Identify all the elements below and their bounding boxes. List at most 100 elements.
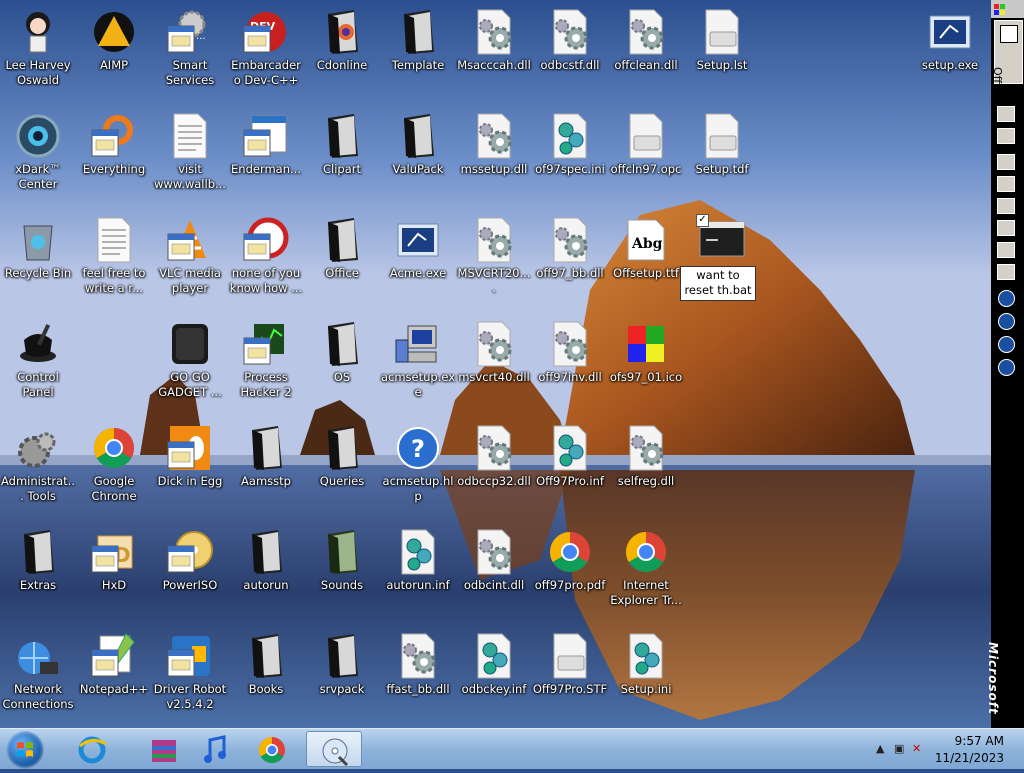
desktop-icon-visit-www-wallb[interactable]: visit www.wallb...	[152, 104, 228, 208]
desktop-icon-off97pro-inf[interactable]: Off97Pro.inf	[532, 416, 608, 520]
desktop-icon-os[interactable]: OS	[304, 312, 380, 416]
desktop-icon-autorun[interactable]: autorun	[228, 520, 304, 624]
desktop-icon-internet-explorer-tr[interactable]: Internet Explorer Tr...	[608, 520, 684, 624]
desktop-icon-acmsetup-exe[interactable]: acmsetup.exe	[380, 312, 456, 416]
system-tray[interactable]: ▲ ▣ ✕ 9:57 AM 11/21/2023	[864, 729, 1024, 769]
desktop-icon-ofs97-01-ico[interactable]: ofs97_01.ico	[608, 312, 684, 416]
taskbar-button-active-window[interactable]	[306, 731, 362, 767]
desktop-icon-odbcstf-dll[interactable]: odbcstf.dll	[532, 0, 608, 104]
show-hidden-icons-icon[interactable]: ▲	[876, 742, 884, 755]
desktop-icon-off97pro-pdf[interactable]: off97pro.pdf	[532, 520, 608, 624]
desktop-icon-hxd[interactable]: D HxD	[76, 520, 152, 624]
desktop-icon-notepad[interactable]: Notepad++	[76, 624, 152, 728]
desktop-icon-msacccah-dll[interactable]: Msacccah.dll	[456, 0, 532, 104]
taskbar-button-itunes[interactable]	[186, 731, 242, 767]
open-document-icon[interactable]	[997, 128, 1015, 144]
desktop-icon-vlc-media-player[interactable]: VLC media player	[152, 208, 228, 312]
desktop-icon-off97inv-dll[interactable]: off97inv.dll	[532, 312, 608, 416]
desktop-icon-everything[interactable]: Everything	[76, 104, 152, 208]
desktop-icon-off97-bb-dll[interactable]: off97_bb.dll	[532, 208, 608, 312]
desktop-icon-mssetup-dll[interactable]: mssetup.dll	[456, 104, 532, 208]
desktop-icon-extras[interactable]: Extras	[0, 520, 76, 624]
desktop-icon-embarcadero-dev-c[interactable]: DEVEmbarcadero Dev-C++	[228, 0, 304, 104]
clock-time[interactable]: 9:57 AM	[955, 734, 1004, 748]
desktop-icon-srvpack[interactable]: srvpack	[304, 624, 380, 728]
desktop-icon-lee-harvey-oswald[interactable]: Lee Harvey Oswald	[0, 0, 76, 104]
desktop-icon-setup-ini[interactable]: Setup.ini	[608, 624, 684, 728]
desktop-icon-cdonline[interactable]: Cdonline	[304, 0, 380, 104]
volume-muted-icon[interactable]: ✕	[912, 742, 921, 755]
desktop-icon-sounds[interactable]: Sounds	[304, 520, 380, 624]
desktop-icon-template[interactable]: Template	[380, 0, 456, 104]
note-icon[interactable]	[997, 264, 1015, 280]
taskbar[interactable]: ▲ ▣ ✕ 9:57 AM 11/21/2023	[0, 728, 1024, 769]
desktop-icon-dick-in-egg[interactable]: Dick in Egg	[152, 416, 228, 520]
help-icon[interactable]	[998, 359, 1015, 376]
desktop-icon-setup-tdf[interactable]: Setup.tdf	[684, 104, 760, 208]
desktop-icon-smart-services[interactable]: ··· Smart Services	[152, 0, 228, 104]
new-document-icon[interactable]	[997, 106, 1015, 122]
desktop-icon-autorun-inf[interactable]: autorun.inf	[380, 520, 456, 624]
desktop-icon-label: Smart Services	[165, 58, 215, 87]
desktop-icon-office[interactable]: Office	[304, 208, 380, 312]
help-icon[interactable]	[998, 336, 1015, 353]
desktop-icon-acmsetup-hlp[interactable]: ? acmsetup.hlp	[380, 416, 456, 520]
desktop-icon-administrat-tools[interactable]: Administrat... Tools	[0, 416, 76, 520]
clock-date[interactable]: 11/21/2023	[935, 751, 1004, 765]
desktop-icon-msvcrt40-dll[interactable]: msvcrt40.dll	[456, 312, 532, 416]
journal-icon[interactable]	[997, 242, 1015, 258]
taskbar-button-internet-explorer[interactable]	[64, 731, 120, 767]
desktop-icon-recycle-bin[interactable]: Recycle Bin	[0, 208, 76, 312]
desktop-icon-of97spec-ini[interactable]: of97spec.ini	[532, 104, 608, 208]
office-shortcut-bar[interactable]: Office	[991, 0, 1024, 728]
desktop-icon-queries[interactable]: Queries	[304, 416, 380, 520]
desktop-icon-process-hacker-2[interactable]: Process Hacker 2	[228, 312, 304, 416]
desktop-icon-setup-exe[interactable]: setup.exe	[912, 0, 988, 104]
desktop-icon-offclean-dll[interactable]: offclean.dll	[608, 0, 684, 104]
desktop-icon-feel-free-to-write-a-r[interactable]: feel free to write a r...	[76, 208, 152, 312]
desktop-icon-clipart[interactable]: Clipart	[304, 104, 380, 208]
desktop-icon-acme-exe[interactable]: Acme.exe	[380, 208, 456, 312]
desktop-icon-offcln97-opc[interactable]: offcln97.opc	[608, 104, 684, 208]
desktop-icon-label: GO GO GADGET ...	[158, 370, 222, 399]
desktop-icon-odbckey-inf[interactable]: odbckey.inf	[456, 624, 532, 728]
desktop-icon-aamsstp[interactable]: Aamsstp	[228, 416, 304, 520]
desktop-icon-xdark-center[interactable]: xDark™ Center	[0, 104, 76, 208]
desktop-icon-google-chrome[interactable]: Google Chrome	[76, 416, 152, 520]
desktop-icon-offsetup-ttf[interactable]: Abg Offsetup.ttf	[608, 208, 684, 312]
office-assistant-icon[interactable]	[998, 290, 1015, 307]
contact-icon[interactable]	[997, 220, 1015, 236]
desktop-icon-enderman[interactable]: Enderman...	[228, 104, 304, 208]
desktop-icon-off97pro-stf[interactable]: Off97Pro.STF	[532, 624, 608, 728]
desktop-icon-go-go-gadget[interactable]: GO GO GADGET ...	[152, 312, 228, 416]
office-bar-title-strip[interactable]	[991, 0, 1024, 18]
network-icon[interactable]: ▣	[894, 742, 904, 755]
desktop-icon-msvcrt20[interactable]: MSVCRT20....	[456, 208, 532, 312]
desktop-icon-odbccp32-dll[interactable]: odbccp32.dll	[456, 416, 532, 520]
desktop-icon-valupack[interactable]: ValuPack	[380, 104, 456, 208]
desktop-icon-none-of-you-know-how[interactable]: none of you know how ...	[228, 208, 304, 312]
taskbar-button-winrar[interactable]	[136, 731, 192, 767]
desktop-icon-aimp[interactable]: AIMP	[76, 0, 152, 104]
desktop-icon-setup-lst[interactable]: Setup.lst	[684, 0, 760, 104]
help-icon[interactable]	[998, 313, 1015, 330]
desktop-icon-poweriso[interactable]: PowerISO	[152, 520, 228, 624]
taskbar-button-chrome[interactable]	[244, 731, 300, 767]
send-message-icon[interactable]	[997, 154, 1015, 170]
desktop-icon-network-connections[interactable]: Network Connections	[0, 624, 76, 728]
task-icon[interactable]	[997, 198, 1015, 214]
rename-textbox[interactable]: want to reset th.bat	[680, 266, 756, 301]
desktop-icon-driver-robot-v2-5-4-2[interactable]: Driver Robot v2.5.4.2	[152, 624, 228, 728]
desktop-icon-want-to-reset-th-bat[interactable]: ✓ want to reset th.bat	[680, 208, 760, 312]
desktop-icon-selfreg-dll[interactable]: selfreg.dll	[608, 416, 684, 520]
item-select-checkbox[interactable]: ✓	[696, 214, 709, 227]
calendar-icon[interactable]	[997, 176, 1015, 192]
desktop-icon-control-panel[interactable]: Control Panel	[0, 312, 76, 416]
start-button[interactable]	[6, 731, 44, 769]
desktop-icon-odbcint-dll[interactable]: odbcint.dll	[456, 520, 532, 624]
office-toolbar-tab[interactable]: Office	[991, 20, 1023, 99]
desktop-icon-ffast-bb-dll[interactable]: ffast_bb.dll	[380, 624, 456, 728]
desktop-icon-label: Recycle Bin	[4, 266, 72, 280]
desktop-icon-label: PowerISO	[162, 578, 218, 592]
desktop-icon-books[interactable]: Books	[228, 624, 304, 728]
